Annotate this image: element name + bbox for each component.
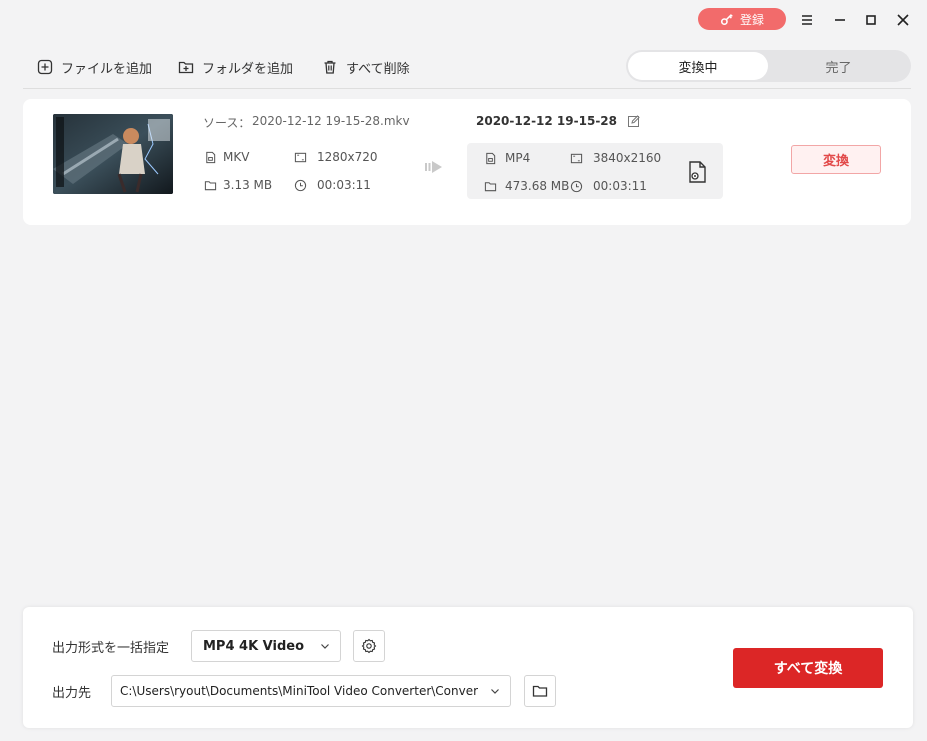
convert-button[interactable]: 変換	[791, 145, 881, 174]
chevron-down-icon	[491, 689, 499, 694]
source-duration: 00:03:11	[294, 178, 371, 192]
source-format-value: MKV	[223, 150, 250, 164]
source-filename: 2020-12-12 19-15-28.mkv	[252, 114, 410, 128]
folder-icon	[532, 685, 548, 697]
maximize-button[interactable]	[859, 8, 883, 32]
source-resolution: 1280x720	[294, 150, 378, 164]
register-label: 登録	[739, 12, 764, 27]
tab-completed[interactable]: 完了	[768, 52, 909, 80]
output-path-value: C:\Users\ryout\Documents\MiniTool Video …	[120, 684, 479, 698]
output-resolution: 3840x2160	[570, 151, 661, 165]
output-format-value: MP4	[505, 151, 531, 165]
menu-button[interactable]	[795, 8, 819, 32]
close-button[interactable]	[891, 8, 915, 32]
browse-folder-button[interactable]	[524, 675, 556, 707]
folder-icon	[204, 180, 217, 190]
close-icon	[897, 14, 909, 26]
key-icon	[720, 14, 733, 26]
output-resolution-value: 3840x2160	[593, 151, 662, 165]
source-format: MKV	[204, 150, 249, 164]
source-size: 3.13 MB	[204, 178, 272, 192]
add-file-button[interactable]: ファイルを追加	[37, 56, 152, 78]
source-duration-value: 00:03:11	[317, 178, 371, 192]
edit-icon[interactable]	[627, 114, 641, 128]
output-filename: 2020-12-12 19-15-28	[476, 114, 617, 128]
toolbar-divider	[23, 88, 911, 89]
output-path-select[interactable]: C:\Users\ryout\Documents\MiniTool Video …	[111, 675, 511, 707]
minimize-icon	[835, 19, 845, 21]
folder-plus-icon	[178, 61, 194, 74]
delete-all-button[interactable]: すべて削除	[322, 56, 410, 78]
video-file-icon	[206, 151, 216, 163]
output-label: 出力先	[52, 686, 92, 701]
resolution-icon	[294, 152, 307, 162]
minimize-button[interactable]	[828, 8, 852, 32]
output-duration-value: 00:03:11	[593, 179, 647, 193]
trash-icon	[324, 60, 336, 74]
format-settings-button[interactable]	[353, 630, 385, 662]
output-duration: 00:03:11	[570, 179, 647, 193]
add-file-label: ファイルを追加	[61, 61, 153, 77]
source-resolution-value: 1280x720	[317, 150, 378, 164]
video-thumbnail[interactable]	[53, 114, 173, 194]
gear-icon	[361, 638, 377, 654]
output-format: MP4	[484, 151, 530, 165]
add-folder-button[interactable]: フォルダを追加	[178, 56, 293, 78]
plus-square-icon	[37, 59, 53, 75]
register-button[interactable]: 登録	[698, 8, 786, 30]
convert-all-button[interactable]: すべて変換	[733, 648, 883, 688]
format-label: 出力形式を一括指定	[52, 641, 170, 656]
output-size-value: 473.68 MB	[505, 179, 570, 193]
tab-converting[interactable]: 変換中	[628, 52, 768, 80]
source-size-value: 3.13 MB	[223, 178, 273, 192]
add-folder-label: フォルダを追加	[202, 61, 294, 77]
clock-icon	[570, 180, 583, 192]
folder-icon	[484, 181, 497, 191]
resolution-icon	[570, 153, 583, 163]
chevron-down-icon	[321, 644, 329, 649]
hamburger-icon	[802, 15, 812, 25]
clock-icon	[294, 179, 307, 191]
arrow-right-icon	[425, 161, 442, 173]
format-select[interactable]: MP4 4K Video	[191, 630, 341, 662]
format-select-value: MP4 4K Video	[203, 638, 305, 654]
delete-all-label: すべて削除	[346, 61, 410, 77]
video-file-icon	[486, 152, 496, 164]
maximize-icon	[866, 15, 876, 25]
output-size: 473.68 MB	[484, 179, 569, 193]
source-prefix: ソース：	[203, 116, 251, 130]
thumbnail-image	[53, 114, 173, 194]
output-filename-row: 2020-12-12 19-15-28	[476, 114, 641, 128]
file-settings-icon[interactable]	[686, 160, 708, 184]
